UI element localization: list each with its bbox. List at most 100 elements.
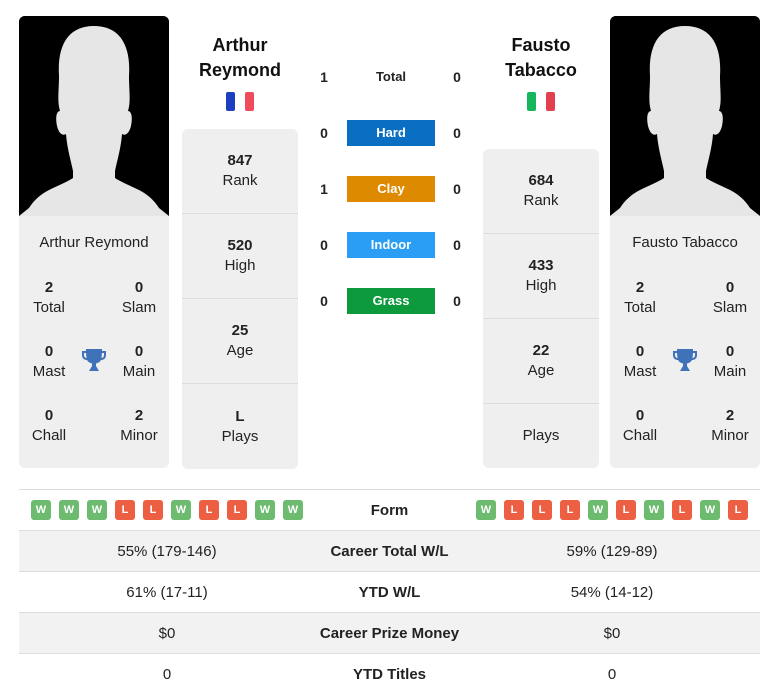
h2h-total-row: 1 Total 0	[310, 64, 470, 90]
player2-age: 22 Age	[483, 319, 599, 404]
player1-titles-minor: 2 Minor	[120, 407, 158, 444]
h2h-total-p1: 1	[320, 69, 328, 85]
player1-high: 520 High	[182, 214, 298, 299]
form-badge-loss[interactable]: L	[616, 500, 636, 520]
player2-card-name: Fausto Tabacco	[632, 234, 738, 251]
player2-titles-main: 0 Main	[713, 343, 747, 380]
h2h-indoor-p1: 0	[320, 237, 328, 253]
player1-plays: L Plays	[221, 407, 259, 445]
h2h-grass-p2: 0	[453, 293, 461, 309]
player1-form: WWWLLWLLWW	[19, 500, 315, 520]
h2h-indoor-row: 0 Indoor 0	[310, 232, 470, 258]
player2-stats: 684 Rank 433 High 22 Age Plays	[483, 149, 599, 468]
surface-indoor-badge[interactable]: Indoor	[347, 232, 435, 258]
player1-photo	[19, 16, 169, 216]
player1-last-name: Reymond	[198, 60, 281, 80]
player1-name[interactable]: Arthur Reymond	[170, 33, 310, 83]
player1-titles-mast: 0 Mast	[32, 343, 66, 380]
surface-grass-badge[interactable]: Grass	[347, 288, 435, 314]
player1-career-wl: 55% (179-146)	[117, 542, 217, 560]
h2h-clay-p2: 0	[453, 181, 461, 197]
form-badge-loss[interactable]: L	[532, 500, 552, 520]
form-badge-win[interactable]: W	[255, 500, 275, 520]
form-badge-win[interactable]: W	[87, 500, 107, 520]
player2-form: WLLLWLWLWL	[464, 500, 760, 520]
form-badge-win[interactable]: W	[171, 500, 191, 520]
player1-titles-slam: 0 Slam	[121, 279, 157, 316]
form-badge-win[interactable]: W	[59, 500, 79, 520]
h2h-total-label: Total	[375, 69, 407, 84]
h2h-hard-p1: 0	[320, 125, 328, 141]
ytd-titles-label: YTD Titles	[352, 665, 427, 683]
form-label: Form	[370, 501, 409, 519]
player2-titles-slam: 0 Slam	[712, 279, 748, 316]
player1-card: Arthur Reymond 2 Total 0 Slam 0 Mast 0 Main …	[19, 216, 169, 468]
form-badge-loss[interactable]: L	[504, 500, 524, 520]
player2-ytd-wl: 54% (14-12)	[570, 583, 654, 601]
player1-stats: 847 Rank 520 High 25 Age L Plays	[182, 129, 298, 469]
form-badge-loss[interactable]: L	[227, 500, 247, 520]
h2h-indoor-p2: 0	[453, 237, 461, 253]
player1-titles-main: 0 Main	[122, 343, 156, 380]
prize-money-label: Career Prize Money	[319, 624, 460, 642]
player2-name[interactable]: Fausto Tabacco	[471, 33, 611, 83]
form-badge-win[interactable]: W	[31, 500, 51, 520]
form-badge-loss[interactable]: L	[728, 500, 748, 520]
player1-first-name: Arthur	[212, 35, 268, 55]
player1-ytd-wl: 61% (17-11)	[126, 583, 208, 601]
player1-card-name: Arthur Reymond	[39, 234, 149, 251]
player2-last-name: Tabacco	[505, 60, 577, 80]
player2-photo	[610, 16, 760, 216]
form-badge-win[interactable]: W	[283, 500, 303, 520]
player2-ytd-titles: 0	[607, 665, 617, 683]
career-wl-row: 55% (179-146) Career Total W/L 59% (129-…	[19, 530, 760, 571]
h2h-hard-p2: 0	[453, 125, 461, 141]
form-badge-loss[interactable]: L	[560, 500, 580, 520]
comparison-table: WWWLLWLLWW Form WLLLWLWLWL 55% (179-146)…	[19, 489, 760, 694]
player2-career-wl: 59% (129-89)	[566, 542, 658, 560]
player2-titles-minor: 2 Minor	[711, 407, 749, 444]
player2-plays: Plays	[522, 427, 560, 444]
h2h-hard-row: 0 Hard 0	[310, 120, 470, 146]
player1-prize-money: $0	[158, 624, 176, 642]
player2-prize-money: $0	[603, 624, 621, 642]
france-flag-icon	[226, 92, 254, 111]
h2h-clay-row: 1 Clay 0	[310, 176, 470, 202]
surface-hard-badge[interactable]: Hard	[347, 120, 435, 146]
player1-rank: 847 Rank	[182, 129, 298, 214]
form-badge-loss[interactable]: L	[672, 500, 692, 520]
surface-clay-badge[interactable]: Clay	[347, 176, 435, 202]
player2-titles-chall: 0 Chall	[622, 407, 658, 444]
player2-titles-mast: 0 Mast	[623, 343, 657, 380]
silhouette-icon	[19, 16, 169, 216]
ytd-titles-row: 0 YTD Titles 0	[19, 653, 760, 694]
player1-age: 25 Age	[182, 299, 298, 384]
player2-card: Fausto Tabacco 2 Total 0 Slam 0 Mast 0 Main …	[610, 216, 760, 468]
player2-rank: 684 Rank	[483, 149, 599, 234]
form-badge-loss[interactable]: L	[143, 500, 163, 520]
form-badge-win[interactable]: W	[588, 500, 608, 520]
trophy-icon	[673, 349, 697, 371]
player2-high: 433 High	[483, 234, 599, 319]
h2h-grass-p1: 0	[320, 293, 328, 309]
h2h-grass-row: 0 Grass 0	[310, 288, 470, 314]
player1-titles-chall: 0 Chall	[31, 407, 67, 444]
player2-titles-total: 2 Total	[624, 279, 656, 316]
form-row: WWWLLWLLWW Form WLLLWLWLWL	[19, 489, 760, 530]
form-badge-win[interactable]: W	[644, 500, 664, 520]
career-wl-label: Career Total W/L	[330, 542, 449, 560]
italy-flag-icon	[527, 92, 555, 111]
player1-titles-total: 2 Total	[33, 279, 65, 316]
h2h-clay-p1: 1	[320, 181, 328, 197]
player1-ytd-titles: 0	[162, 665, 172, 683]
trophy-icon	[82, 349, 106, 371]
form-badge-win[interactable]: W	[476, 500, 496, 520]
form-badge-win[interactable]: W	[700, 500, 720, 520]
ytd-wl-label: YTD W/L	[358, 583, 421, 601]
player2-first-name: Fausto	[511, 35, 571, 55]
form-badge-loss[interactable]: L	[199, 500, 219, 520]
ytd-wl-row: 61% (17-11) YTD W/L 54% (14-12)	[19, 571, 760, 612]
prize-money-row: $0 Career Prize Money $0	[19, 612, 760, 653]
h2h-total-p2: 0	[453, 69, 461, 85]
form-badge-loss[interactable]: L	[115, 500, 135, 520]
